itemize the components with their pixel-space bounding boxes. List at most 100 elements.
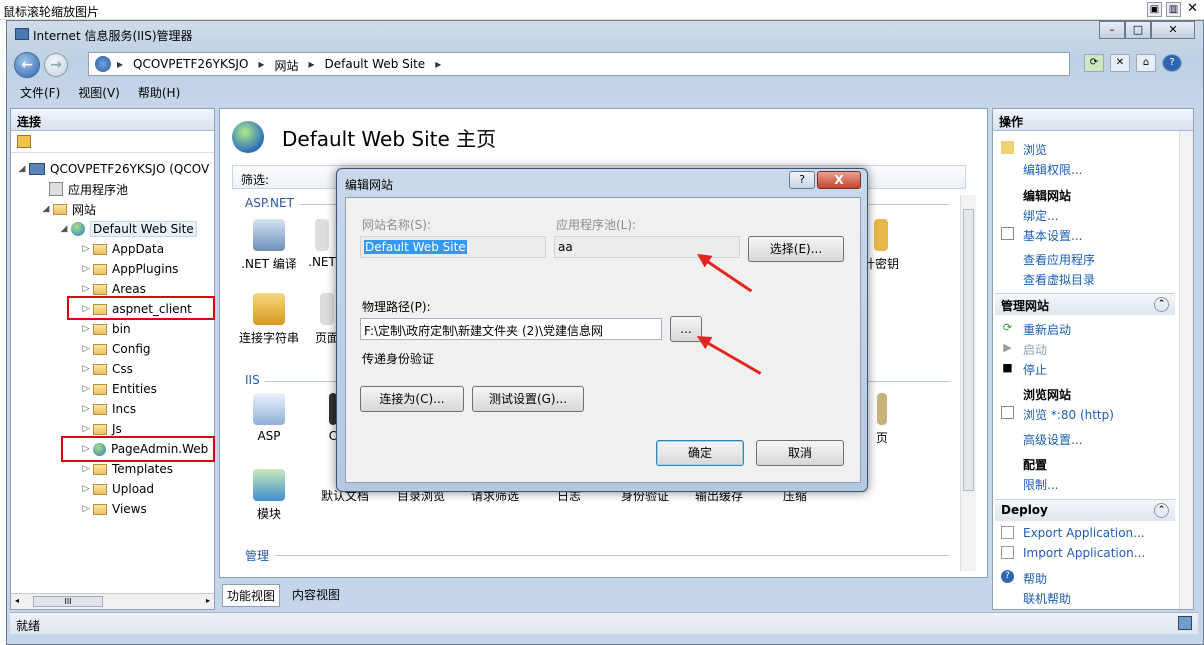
action-view-virtual-dirs[interactable]: 查看虚拟目录: [1023, 271, 1095, 288]
test-settings-button[interactable]: 测试设置(G)...: [472, 386, 584, 412]
section-manage: 管理: [245, 549, 270, 563]
action-limits[interactable]: 限制...: [1023, 476, 1058, 493]
feature-asp[interactable]: ASP: [236, 393, 302, 443]
features-vscrollbar[interactable]: [960, 195, 976, 571]
folder-icon: [93, 483, 107, 495]
folder-icon: [93, 363, 107, 375]
scroll-thumb[interactable]: III: [33, 596, 103, 607]
tree-folder-entities[interactable]: ▷ Entities: [81, 379, 157, 399]
action-import-application[interactable]: Import Application...: [1023, 546, 1145, 560]
close-button[interactable]: ✕: [1151, 21, 1195, 39]
crumb-sites[interactable]: 网站: [274, 57, 298, 74]
minimize-button[interactable]: –: [1099, 21, 1125, 39]
action-bindings[interactable]: 绑定...: [1023, 207, 1058, 224]
new-connection-icon[interactable]: [17, 135, 31, 148]
tab-content-view[interactable]: 内容视图: [288, 584, 344, 607]
database-icon: [253, 293, 285, 325]
help-icon[interactable]: ?: [1162, 54, 1182, 72]
tree-folder-templates[interactable]: ▷ Templates: [81, 459, 173, 479]
heading-configure: 配置: [1023, 458, 1048, 472]
ok-button[interactable]: 确定: [656, 440, 744, 466]
tree-default-site[interactable]: ◢ Default Web Site: [59, 219, 197, 239]
action-help[interactable]: 帮助: [1023, 570, 1047, 587]
feature-modules[interactable]: 模块: [236, 469, 302, 522]
action-browse[interactable]: 浏览: [1023, 141, 1047, 158]
passthrough-auth-label: 传递身份验证: [362, 352, 435, 366]
physical-path-field[interactable]: F:\定制\政府定制\新建文件夹 (2)\党建信息网: [360, 318, 662, 340]
dialog-help-button[interactable]: ?: [789, 171, 815, 189]
menu-file[interactable]: 文件(F): [20, 84, 60, 104]
connections-toolbar: [11, 131, 214, 153]
action-stop[interactable]: 停止: [1023, 361, 1047, 378]
help-icon: ?: [1001, 570, 1014, 583]
edit-site-dialog: 编辑网站 ? X 网站名称(S): Default Web Site 应用程序池…: [336, 168, 868, 492]
forward-button[interactable]: →: [44, 53, 68, 77]
folder-icon: [93, 503, 107, 515]
image-viewer-bar: 鼠标滚轮缩放图片 ▣ ▥ ✕: [0, 0, 1204, 20]
folder-icon: [93, 283, 107, 295]
tree-app-pools[interactable]: 应用程序池: [49, 179, 128, 199]
feature-page-partial[interactable]: 页: [870, 393, 894, 446]
tab-features-view[interactable]: 功能视图: [222, 584, 281, 607]
feature-net-compile[interactable]: .NET 编译: [236, 219, 302, 272]
viewer-restore-icon[interactable]: ▣: [1147, 2, 1162, 17]
start-icon: ▶: [1003, 341, 1012, 354]
action-start[interactable]: 启动: [1023, 341, 1047, 358]
status-bar: 就绪: [10, 612, 1198, 634]
dialog-close-button[interactable]: X: [817, 171, 861, 189]
connections-panel: 连接 ◢ QCOVPETF26YKSJO (QCOV 应用程序池 ◢ 网站 ◢ …: [10, 108, 215, 610]
tree-folder-config[interactable]: ▷ Config: [81, 339, 151, 359]
tree-folder-upload[interactable]: ▷ Upload: [81, 479, 155, 499]
viewer-close-icon[interactable]: ✕: [1185, 2, 1200, 17]
stop-icon[interactable]: ✕: [1110, 54, 1130, 72]
heading-edit-site: 编辑网站: [1023, 189, 1072, 203]
crumb-site[interactable]: Default Web Site: [325, 57, 426, 74]
tree-folder-appdata[interactable]: ▷ AppData: [81, 239, 165, 259]
home-icon[interactable]: ⌂: [1136, 54, 1156, 72]
cancel-button[interactable]: 取消: [756, 440, 844, 466]
address-bar[interactable]: ▸ QCOVPETF26YKSJO ▸ 网站 ▸ Default Web Sit…: [88, 52, 1070, 76]
view-tabs: 功能视图 内容视图: [222, 584, 344, 607]
maximize-button[interactable]: □: [1125, 21, 1151, 39]
select-app-pool-button[interactable]: 选择(E)...: [748, 236, 844, 262]
server-icon: [29, 163, 45, 175]
action-edit-permissions[interactable]: 编辑权限...: [1023, 161, 1082, 178]
connect-as-button[interactable]: 连接为(C)...: [360, 386, 464, 412]
viewer-fit-icon[interactable]: ▥: [1166, 2, 1181, 17]
menu-view[interactable]: 视图(V): [78, 84, 120, 104]
action-basic-settings[interactable]: 基本设置...: [1023, 227, 1082, 244]
network-icon: [1178, 616, 1192, 630]
tree-sites[interactable]: ◢ 网站: [41, 199, 96, 219]
annotation-box-aspnet-client: [67, 296, 215, 320]
tree-folder-bin[interactable]: ▷ bin: [81, 319, 131, 339]
feature-connection-strings[interactable]: 连接字符串: [236, 293, 302, 346]
connections-title: 连接: [11, 109, 214, 131]
viewer-title: 鼠标滚轮缩放图片: [3, 5, 100, 19]
action-restart[interactable]: 重新启动: [1023, 321, 1071, 338]
action-online-help[interactable]: 联机帮助: [1023, 590, 1071, 607]
menu-help[interactable]: 帮助(H): [138, 84, 180, 104]
tree-folder-appplugins[interactable]: ▷ AppPlugins: [81, 259, 179, 279]
group-manage-site[interactable]: 管理网站 ⌃: [995, 293, 1175, 315]
tree-folder-incs[interactable]: ▷ Incs: [81, 399, 136, 419]
status-text: 就绪: [16, 619, 41, 633]
scroll-thumb[interactable]: [963, 209, 974, 491]
collapse-icon[interactable]: ⌃: [1154, 503, 1169, 518]
tree-server[interactable]: ◢ QCOVPETF26YKSJO (QCOV: [17, 159, 210, 179]
action-export-application[interactable]: Export Application...: [1023, 526, 1145, 540]
tree-folder-css[interactable]: ▷ Css: [81, 359, 133, 379]
site-globe-icon: [71, 222, 85, 236]
site-name-field[interactable]: Default Web Site: [360, 236, 546, 258]
browse-icon: [1001, 141, 1014, 154]
refresh-icon[interactable]: ⟳: [1084, 54, 1104, 72]
group-deploy[interactable]: Deploy ⌃: [995, 499, 1175, 521]
action-view-applications[interactable]: 查看应用程序: [1023, 251, 1095, 268]
back-button[interactable]: ←: [14, 52, 40, 78]
action-advanced-settings[interactable]: 高级设置...: [1023, 431, 1082, 448]
collapse-icon[interactable]: ⌃: [1154, 297, 1169, 312]
crumb-server[interactable]: QCOVPETF26YKSJO: [133, 57, 248, 74]
tree-folder-views[interactable]: ▷ Views: [81, 499, 147, 519]
connections-hscrollbar[interactable]: ◂ III ▸: [11, 593, 214, 609]
actions-scrollbar[interactable]: [1179, 131, 1193, 609]
action-browse-80[interactable]: 浏览 *:80 (http): [1023, 406, 1114, 423]
